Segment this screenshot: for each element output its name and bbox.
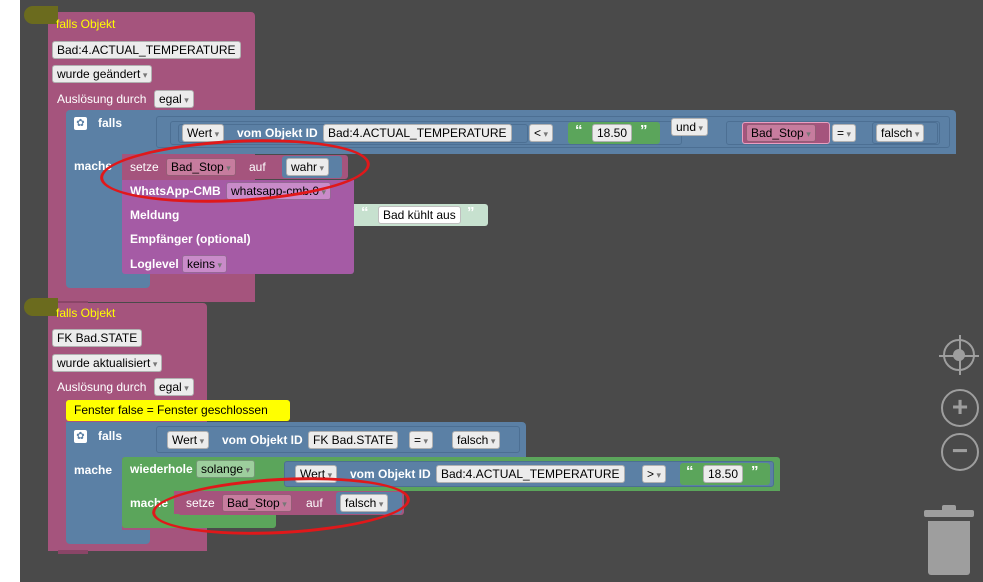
cond-prop-dropdown-2[interactable]: Wert (167, 431, 210, 449)
quote-close-3: ” (751, 463, 759, 480)
do-label-1: mache (74, 159, 113, 173)
loop-label: wiederhole (130, 462, 193, 476)
cond-operator-dropdown-2[interactable]: = (409, 431, 434, 449)
set-variable-dropdown-1[interactable]: Bad_Stop (166, 158, 236, 176)
quote-open-3: “ (686, 463, 694, 480)
cond-object-id-2[interactable]: FK Bad.STATE (308, 431, 399, 449)
set-label-1: setze (130, 160, 159, 174)
loop-cond-value[interactable]: 18.50 (703, 465, 744, 483)
set-to-label-2: auf (306, 496, 323, 510)
mutator-gear-icon-2[interactable]: ✿ (74, 428, 87, 443)
loop-cond-object-id[interactable]: Bad:4.ACTUAL_TEMPERATURE (436, 465, 625, 483)
trash-icon[interactable] (924, 505, 974, 575)
if-block-2-bottom (66, 530, 150, 544)
event2-trigger-value-dropdown[interactable]: egal (154, 378, 194, 396)
loglevel-dropdown[interactable]: keins (182, 255, 228, 273)
event1-object-id[interactable]: Bad:4.ACTUAL_TEMPERATURE (52, 41, 241, 59)
if-label-2: falls (98, 429, 123, 443)
cond1-value[interactable]: 18.50 (592, 124, 633, 142)
message-label: Meldung (130, 208, 180, 222)
blockly-workspace[interactable]: falls Objekt Bad:4.ACTUAL_TEMPERATURE wu… (20, 0, 983, 582)
cond-from-label-2: vom Objekt ID (222, 433, 303, 447)
quote-open-2: “ (361, 204, 369, 221)
event2-tab (58, 550, 88, 554)
event1-trigger-value-dropdown[interactable]: egal (154, 90, 194, 108)
plus-icon[interactable]: + (941, 389, 979, 427)
event2-trigger-type-dropdown[interactable]: wurde aktualisiert (52, 354, 163, 372)
whatsapp-instance-dropdown[interactable]: whatsapp-cmb.0 (226, 182, 332, 200)
event1-title: falls Objekt (56, 17, 116, 31)
set-value-dropdown-1[interactable]: wahr (286, 158, 330, 176)
quote-close-1: ” (640, 122, 648, 139)
set-to-label-1: auf (249, 160, 266, 174)
comment-text: Fenster false = Fenster geschlossen (74, 403, 268, 417)
event1-trigger-type-dropdown[interactable]: wurde geändert (52, 65, 153, 83)
mutator-gear-icon[interactable]: ✿ (74, 115, 87, 130)
event2-title: falls Objekt (56, 306, 116, 320)
loop-cond-operator-dropdown[interactable]: > (642, 465, 667, 483)
hat-shadow (24, 6, 58, 24)
crosshair-icon[interactable] (939, 335, 979, 375)
cond1-from-label: vom Objekt ID (237, 126, 318, 140)
cond2-value-dropdown[interactable]: falsch (876, 124, 925, 142)
cond1-object-id[interactable]: Bad:4.ACTUAL_TEMPERATURE (323, 124, 512, 142)
loop-mode-dropdown[interactable]: solange (196, 460, 256, 478)
loop-cond-from-label: vom Objekt ID (350, 467, 431, 481)
whatsapp-label: WhatsApp-CMB (130, 184, 221, 198)
minus-icon[interactable]: − (941, 433, 979, 471)
event1-trigger-label: Auslösung durch (57, 92, 147, 106)
while-loop-bottom (122, 514, 276, 528)
cond1-operator-dropdown[interactable]: < (529, 124, 554, 142)
loop-do-label: mache (130, 496, 169, 510)
event2-trigger-label: Auslösung durch (57, 380, 147, 394)
quote-open-1: “ (575, 122, 583, 139)
quote-close-2: ” (467, 204, 475, 221)
do-label-2: mache (74, 463, 113, 477)
hat-shadow-2 (24, 298, 58, 316)
set-variable-dropdown-2[interactable]: Bad_Stop (222, 494, 292, 512)
set-label-2: setze (186, 496, 215, 510)
loglevel-label: Loglevel (130, 257, 179, 271)
cond2-variable-dropdown[interactable]: Bad_Stop (746, 124, 816, 142)
cond-value-dropdown-2[interactable]: falsch (452, 431, 501, 449)
if-block-1-bottom (66, 272, 150, 288)
logic-op-dropdown[interactable]: und (671, 118, 709, 136)
loop-cond-prop-dropdown[interactable]: Wert (295, 465, 338, 483)
recipient-label: Empfänger (optional) (130, 232, 251, 246)
cond2-operator-dropdown[interactable]: = (832, 124, 857, 142)
message-value[interactable]: Bad kühlt aus (378, 206, 461, 224)
cond1-prop-dropdown[interactable]: Wert (182, 124, 225, 142)
if-label-1: falls (98, 116, 123, 130)
event2-object-id[interactable]: FK Bad.STATE (52, 329, 143, 347)
set-value-dropdown-2[interactable]: falsch (340, 494, 389, 512)
